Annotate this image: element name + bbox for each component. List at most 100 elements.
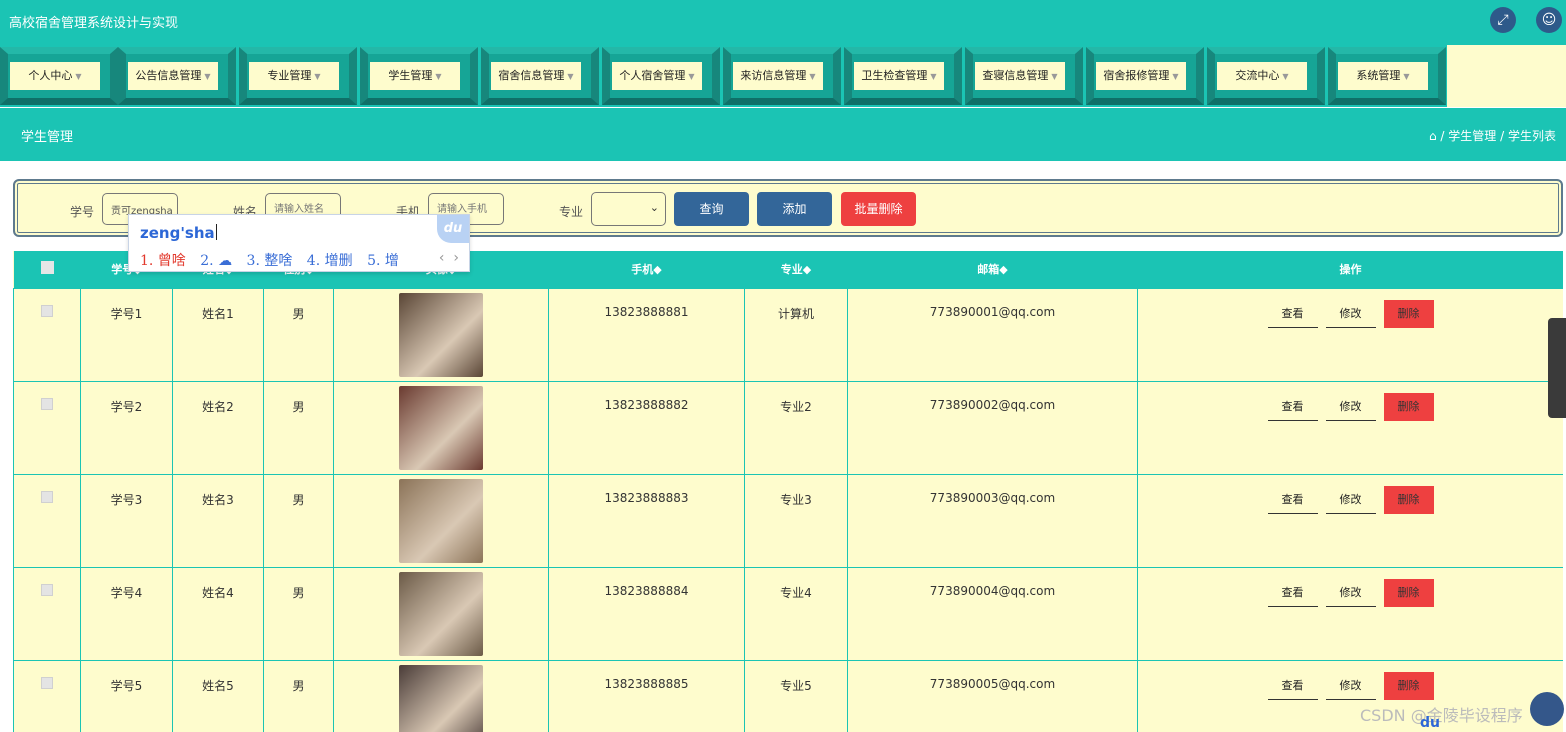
- cell-actions: 查看 修改 删除: [1137, 473, 1563, 568]
- cell-actions: 查看 修改 删除: [1137, 566, 1563, 661]
- edit-button[interactable]: 修改: [1325, 300, 1376, 328]
- nav-item-system[interactable]: 系统管理 ▼: [1328, 47, 1446, 105]
- table-row: 学号5 姓名5 男 13823888885 专业5 773890005@qq.com 查看修…: [13, 659, 1563, 732]
- column-header-major[interactable]: 专业◆: [745, 251, 848, 288]
- cell-name: 姓名4: [172, 566, 264, 661]
- major-select[interactable]: ⌄: [591, 192, 666, 226]
- ime-composition: zeng'sha: [140, 224, 217, 242]
- caret-down-icon: ▼: [204, 72, 211, 81]
- nav-label: 系统管理: [1356, 69, 1401, 82]
- view-button[interactable]: 查看: [1267, 486, 1318, 514]
- student-no-label: 学号: [70, 205, 95, 219]
- expand-icon[interactable]: ⤢: [1490, 7, 1516, 33]
- cell-student-no: 学号4: [80, 566, 173, 661]
- view-button[interactable]: 查看: [1267, 300, 1318, 328]
- caret-down-icon: ▼: [1172, 72, 1179, 81]
- cell-name: 姓名3: [172, 473, 264, 568]
- breadcrumb-separator: /: [1440, 129, 1445, 143]
- nav-label: 学生管理: [388, 69, 433, 82]
- caret-down-icon: ▼: [435, 72, 442, 81]
- cell-phone: 13823888882: [548, 380, 745, 475]
- select-all-checkbox[interactable]: [40, 261, 54, 275]
- cell-email: 773890003@qq.com: [847, 473, 1138, 568]
- delete-button[interactable]: 删除: [1383, 671, 1434, 700]
- row-checkbox[interactable]: [41, 676, 53, 689]
- cell-actions: 查看 修改 删除: [1137, 380, 1563, 475]
- row-checkbox[interactable]: [41, 583, 53, 596]
- cell-name: 姓名5: [172, 659, 264, 732]
- ime-candidate-list: 1. 曾啥 2. ☁ 3. 整啥 4. 增删 5. 增: [140, 250, 409, 270]
- ime-candidate[interactable]: 5. 增: [367, 253, 399, 269]
- avatar: [399, 571, 483, 656]
- query-button[interactable]: 查询: [674, 192, 749, 226]
- breadcrumb-bar: 学生管理 ⌂ / 学生管理 / 学生列表: [0, 108, 1566, 161]
- chevron-right-icon[interactable]: ›: [453, 250, 459, 266]
- nav-label: 个人宿舍管理: [619, 69, 686, 82]
- nav-label: 交流中心: [1235, 69, 1280, 82]
- nav-item-forum[interactable]: 交流中心 ▼: [1207, 47, 1325, 105]
- caret-down-icon: ▼: [314, 72, 321, 81]
- caret-down-icon: ▼: [75, 72, 82, 81]
- ime-candidate[interactable]: 3. 整啥: [247, 253, 293, 269]
- ime-toolbar: du: [1420, 715, 1566, 732]
- breadcrumb-separator: /: [1500, 129, 1505, 143]
- nav-label: 宿舍报修管理: [1103, 69, 1170, 82]
- caret-down-icon: ▼: [567, 72, 574, 81]
- nav-item-dorm-check[interactable]: 查寝信息管理 ▼: [965, 47, 1083, 105]
- delete-button[interactable]: 删除: [1383, 578, 1434, 607]
- nav-item-student[interactable]: 学生管理 ▼: [360, 47, 478, 105]
- view-button[interactable]: 查看: [1267, 579, 1318, 607]
- avatar: [399, 385, 483, 470]
- cell-name: 姓名2: [172, 380, 264, 475]
- user-icon[interactable]: ☺: [1536, 7, 1562, 33]
- ime-candidate[interactable]: 4. 增删: [307, 253, 353, 269]
- edit-button[interactable]: 修改: [1325, 486, 1376, 514]
- nav-label: 个人中心: [28, 69, 73, 82]
- view-button[interactable]: 查看: [1267, 393, 1318, 421]
- cell-student-no: 学号5: [80, 659, 173, 732]
- nav-item-notice[interactable]: 公告信息管理 ▼: [118, 47, 236, 105]
- home-icon[interactable]: ⌂: [1429, 129, 1437, 143]
- scrollbar-thumb[interactable]: [1548, 318, 1566, 418]
- batch-delete-button[interactable]: 批量删除: [841, 192, 916, 226]
- nav-label: 宿舍信息管理: [498, 69, 565, 82]
- cell-email: 773890002@qq.com: [847, 380, 1138, 475]
- delete-button[interactable]: 删除: [1383, 485, 1434, 514]
- column-header-phone[interactable]: 手机◆: [549, 251, 745, 288]
- edit-button[interactable]: 修改: [1325, 579, 1376, 607]
- nav-item-repair[interactable]: 宿舍报修管理 ▼: [1086, 47, 1204, 105]
- ime-page-arrows: ‹ ›: [439, 250, 459, 266]
- delete-button[interactable]: 删除: [1383, 392, 1434, 421]
- ime-candidate[interactable]: 2. ☁: [200, 253, 232, 269]
- avatar: [399, 664, 483, 732]
- major-label: 专业: [559, 205, 584, 219]
- nav-item-visitor[interactable]: 来访信息管理 ▼: [723, 47, 841, 105]
- cell-major: 专业4: [744, 566, 848, 661]
- column-header-actions: 操作: [1339, 263, 1362, 277]
- nav-item-major[interactable]: 专业管理 ▼: [239, 47, 357, 105]
- breadcrumb-item[interactable]: 学生管理: [1448, 129, 1496, 143]
- row-checkbox[interactable]: [41, 304, 53, 317]
- ime-candidate[interactable]: 1. 曾啥: [140, 253, 186, 269]
- main-nav: 个人中心 ▼ 公告信息管理 ▼ 专业管理 ▼ 学生管理 ▼ 宿舍信息管理 ▼ 个人宿舍管理…: [0, 45, 1566, 107]
- cell-student-no: 学号1: [80, 287, 173, 382]
- table-row: 学号1 姓名1 男 13823888881 计算机 773890001@qq.com 查看修…: [13, 287, 1563, 382]
- row-checkbox[interactable]: [41, 397, 53, 410]
- ime-toolbar-logo[interactable]: du: [1420, 715, 1440, 731]
- delete-button[interactable]: 删除: [1383, 299, 1434, 328]
- cell-student-no: 学号3: [80, 473, 173, 568]
- row-checkbox[interactable]: [41, 490, 53, 503]
- view-button[interactable]: 查看: [1267, 672, 1318, 700]
- chevron-left-icon[interactable]: ‹: [439, 250, 445, 266]
- edit-button[interactable]: 修改: [1325, 393, 1376, 421]
- nav-item-dorm-info[interactable]: 宿舍信息管理 ▼: [481, 47, 599, 105]
- page-title: 学生管理: [21, 130, 74, 145]
- nav-item-hygiene[interactable]: 卫生检查管理 ▼: [844, 47, 962, 105]
- nav-filler: [1447, 45, 1566, 107]
- nav-item-personal-dorm[interactable]: 个人宿舍管理 ▼: [602, 47, 720, 105]
- edit-button[interactable]: 修改: [1325, 672, 1376, 700]
- column-header-email[interactable]: 邮箱◆: [848, 251, 1138, 288]
- cell-phone: 13823888881: [548, 287, 745, 382]
- add-button[interactable]: 添加: [757, 192, 832, 226]
- nav-item-personal-center[interactable]: 个人中心 ▼: [0, 47, 118, 105]
